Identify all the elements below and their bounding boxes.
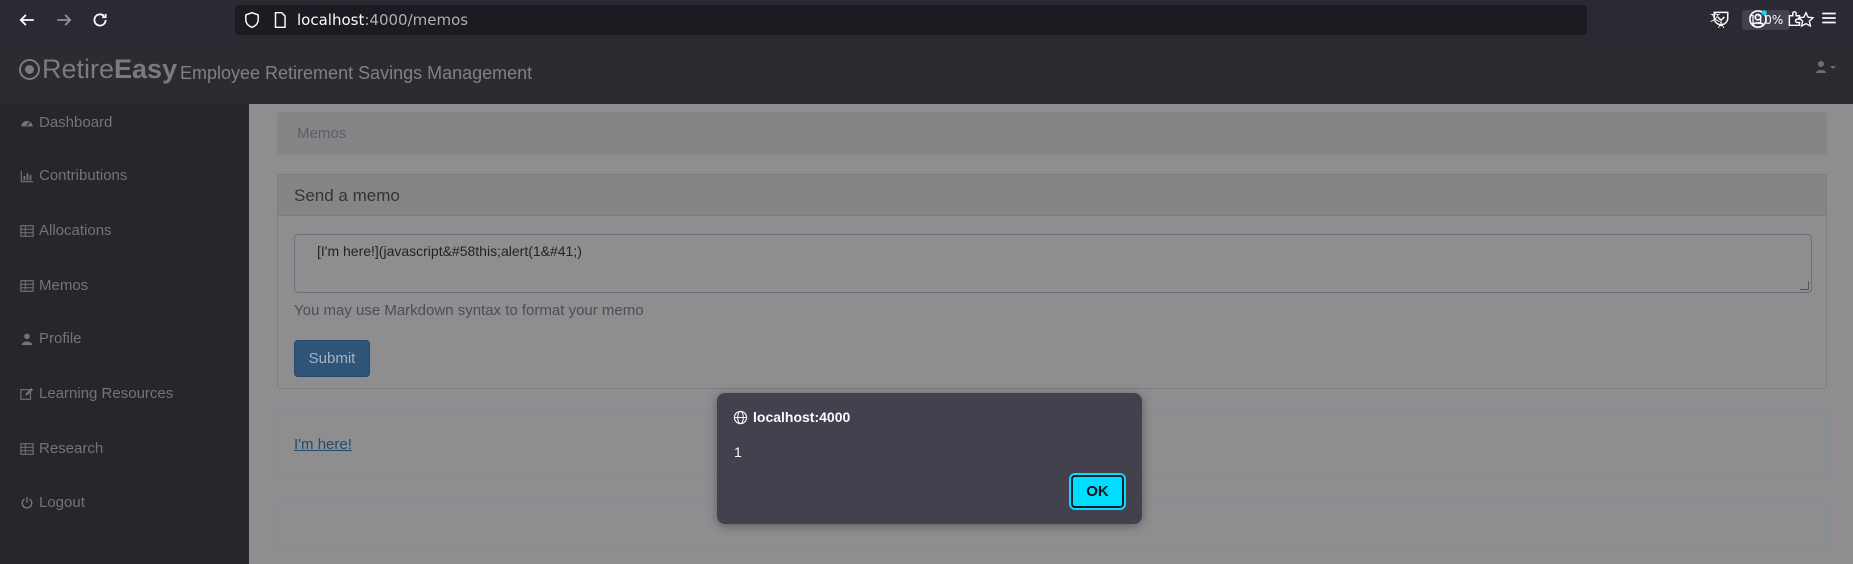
ok-button[interactable]: OK bbox=[1069, 473, 1126, 510]
panel-header: Send a memo bbox=[278, 175, 1826, 216]
brand-name-light: Retire bbox=[42, 54, 115, 84]
pocket-icon[interactable] bbox=[1712, 9, 1730, 27]
sidebar-item-dashboard[interactable]: Dashboard bbox=[20, 114, 112, 131]
extensions-icon[interactable] bbox=[1786, 9, 1804, 27]
url-text[interactable]: localhost:4000/memos bbox=[297, 11, 468, 29]
browser-toolbar: localhost:4000/memos 文A 110% bbox=[0, 0, 1853, 40]
back-button[interactable] bbox=[13, 6, 41, 34]
sidebar-item-allocations[interactable]: Allocations bbox=[20, 222, 112, 239]
sidebar: Dashboard Contributions Allocations Memo… bbox=[0, 104, 249, 564]
reload-button[interactable] bbox=[86, 6, 114, 34]
sidebar-item-learning-resources[interactable]: Learning Resources bbox=[20, 385, 173, 402]
sidebar-item-research[interactable]: Research bbox=[20, 440, 103, 457]
sidebar-item-label: Memos bbox=[39, 277, 89, 294]
sidebar-item-label: Research bbox=[39, 440, 104, 457]
dialog-message: 1 bbox=[734, 444, 742, 460]
page-icon[interactable] bbox=[271, 11, 289, 29]
user-caret-icon bbox=[1816, 61, 1836, 73]
header-tagline: Employee Retirement Savings Management bbox=[180, 63, 533, 83]
sidebar-item-profile[interactable]: Profile bbox=[20, 330, 82, 347]
sidebar-item-label: Profile bbox=[39, 330, 82, 347]
sidebar-item-label: Allocations bbox=[39, 222, 112, 239]
logo-ring-icon bbox=[19, 59, 40, 80]
submit-button[interactable]: Submit bbox=[294, 340, 370, 377]
url-bar[interactable]: localhost:4000/memos 文A 110% bbox=[235, 5, 1815, 35]
markdown-help-text: You may use Markdown syntax to format yo… bbox=[294, 302, 644, 319]
forward-arrow-icon bbox=[57, 14, 72, 26]
breadcrumb-current: Memos bbox=[297, 125, 347, 142]
table-icon bbox=[20, 442, 34, 455]
reload-icon bbox=[93, 13, 107, 27]
memo-textarea-value: [I'm here!](javascript&#58this;alert(1&#… bbox=[317, 243, 582, 259]
sidebar-item-label: Dashboard bbox=[39, 114, 113, 131]
account-icon[interactable] bbox=[1748, 9, 1768, 29]
dashboard-icon bbox=[21, 120, 33, 126]
sidebar-item-logout[interactable]: Logout bbox=[20, 494, 85, 511]
alert-dialog: localhost:4000 1 OK bbox=[717, 393, 1142, 524]
shield-icon[interactable] bbox=[243, 11, 261, 29]
sidebar-item-label: Logout bbox=[39, 494, 85, 511]
edit-icon bbox=[20, 387, 34, 400]
memo-textarea[interactable]: [I'm here!](javascript&#58this;alert(1&#… bbox=[294, 234, 1812, 293]
power-icon bbox=[21, 496, 33, 509]
sidebar-item-label: Learning Resources bbox=[39, 385, 174, 402]
table-icon bbox=[20, 279, 34, 292]
app-header: Retire Easy Employee Retirement Savings M… bbox=[0, 40, 1853, 104]
hamburger-menu-icon[interactable] bbox=[1820, 9, 1838, 27]
back-arrow-icon bbox=[19, 14, 34, 26]
panel-title: Send a memo bbox=[294, 186, 400, 205]
user-icon bbox=[21, 333, 33, 345]
bar-chart-icon bbox=[20, 170, 34, 182]
resize-handle[interactable] bbox=[1800, 281, 1809, 290]
dialog-origin: localhost:4000 bbox=[753, 409, 851, 425]
globe-icon bbox=[733, 410, 748, 425]
send-memo-panel: Send a memo [I'm here!](javascript&#58th… bbox=[277, 174, 1827, 389]
sidebar-item-memos[interactable]: Memos bbox=[20, 277, 88, 294]
sidebar-item-contributions[interactable]: Contributions bbox=[20, 167, 127, 184]
sidebar-item-label: Contributions bbox=[39, 167, 128, 184]
table-icon bbox=[20, 224, 34, 237]
forward-button[interactable] bbox=[50, 6, 78, 34]
memo-link[interactable]: I'm here! bbox=[294, 436, 352, 453]
url-host: localhost bbox=[297, 11, 365, 29]
brand-name-bold: Easy bbox=[114, 54, 178, 84]
brand-logo[interactable]: Retire Easy bbox=[19, 54, 177, 85]
user-menu-dropdown[interactable] bbox=[1815, 60, 1837, 77]
url-path: :4000/memos bbox=[364, 11, 469, 29]
breadcrumb: Memos bbox=[277, 112, 1827, 155]
